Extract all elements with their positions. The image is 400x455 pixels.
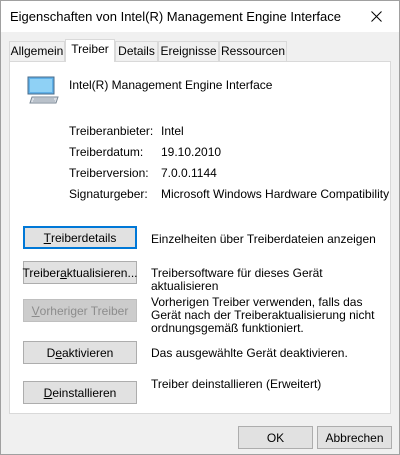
tab-details[interactable]: Details xyxy=(115,41,158,61)
properties-dialog: Eigenschaften von Intel(R) Management En… xyxy=(0,0,400,455)
driver-date-label: Treiberdatum: xyxy=(69,145,144,159)
window-title: Eigenschaften von Intel(R) Management En… xyxy=(10,9,341,24)
roll-back-driver-description: Vorherigen Treiber verwenden, falls das … xyxy=(151,295,375,335)
tab-allgemein[interactable]: Allgemein xyxy=(9,41,65,61)
tab-ereignisse[interactable]: Ereignisse xyxy=(158,41,219,61)
roll-back-driver-button: Vorheriger Treiber xyxy=(23,299,137,322)
device-name: Intel(R) Management Engine Interface xyxy=(69,78,273,92)
digital-signer-value: Microsoft Windows Hardware Compatibility xyxy=(161,187,390,201)
close-button[interactable] xyxy=(353,1,399,32)
update-driver-button[interactable]: Treiber a ktualisieren... xyxy=(23,261,137,284)
driver-provider-value: Intel xyxy=(161,124,184,138)
driver-tab-panel: Intel(R) Management Engine Interface Tre… xyxy=(9,61,391,414)
driver-date-value: 19.10.2010 xyxy=(161,145,222,159)
tab-ressourcen[interactable]: Ressourcen xyxy=(219,41,287,61)
disable-device-button[interactable]: De aktivieren xyxy=(23,341,137,364)
update-driver-description: Treibersoftware für dieses Gerät aktuali… xyxy=(151,266,323,293)
driver-provider-label: Treiberanbieter: xyxy=(69,124,154,138)
driver-version-value: 7.0.0.1144 xyxy=(161,166,217,180)
tab-treiber[interactable]: Treiber xyxy=(65,39,115,62)
uninstall-driver-button[interactable]: Deinstallieren xyxy=(23,381,137,404)
close-icon xyxy=(370,11,382,22)
title-bar[interactable]: Eigenschaften von Intel(R) Management En… xyxy=(1,1,399,32)
digital-signer-label: Signaturgeber: xyxy=(69,187,148,201)
cancel-button[interactable]: Abbrechen xyxy=(317,426,392,449)
driver-version-label: Treiberversion: xyxy=(69,166,149,180)
driver-details-button[interactable]: Treiberdetails xyxy=(23,226,137,249)
ok-button[interactable]: OK xyxy=(238,426,313,449)
uninstall-driver-description: Treiber deinstallieren (Erweitert) xyxy=(151,377,322,391)
computer-monitor-icon xyxy=(27,76,59,104)
driver-details-description: Einzelheiten über Treiberdateien anzeige… xyxy=(151,232,376,246)
disable-device-description: Das ausgewählte Gerät deaktivieren. xyxy=(151,346,348,360)
tab-strip: Allgemein Treiber Details Ereignisse Res… xyxy=(9,39,391,62)
